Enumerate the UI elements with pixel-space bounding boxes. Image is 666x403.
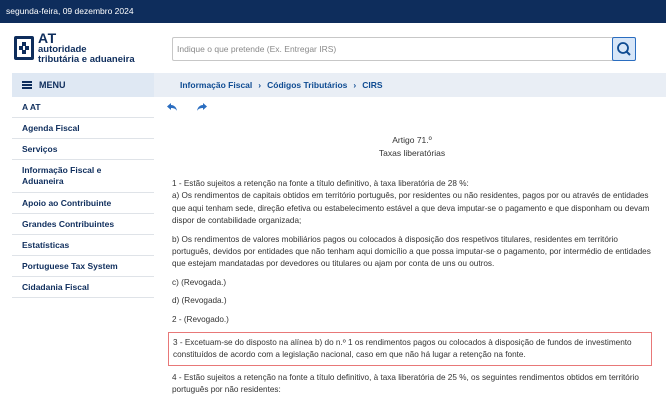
menu-toggle[interactable]: MENU [12,73,154,97]
breadcrumb-codigos-tributarios[interactable]: Códigos Tributários [267,80,347,90]
history-navigation [166,101,216,113]
sidebar-item-a-at[interactable]: A AT [12,97,154,118]
breadcrumb-cirs[interactable]: CIRS [362,80,382,90]
article-paragraph: 1 - Estão sujeitos a retenção na fonte a… [172,179,469,188]
breadcrumb-separator: › [258,80,262,90]
highlighted-paragraph: 3 - Excetuam-se do disposto na alínea b)… [168,332,652,366]
article-subtitle: Taxas liberatórias [378,148,446,158]
back-arrow-icon[interactable] [166,101,178,113]
article-paragraph: a) Os rendimentos de capitais obtidos em… [172,191,650,226]
article-paragraph: 2 - (Revogado.) [172,314,229,324]
sidebar-item-apoio-contribuinte[interactable]: Apoio ao Contribuinte [12,193,154,214]
breadcrumb-separator: › [353,80,357,90]
top-date-bar: segunda-feira, 09 dezembro 2024 [0,0,666,23]
sidebar-item-estatisticas[interactable]: Estatísticas [12,235,154,256]
logo-wordmark: AT autoridade tributária e aduaneira [38,31,135,65]
menu-label: MENU [39,80,66,90]
current-date: segunda-feira, 09 dezembro 2024 [6,6,134,16]
sidebar-item-portuguese-tax-system[interactable]: Portuguese Tax System [12,256,154,277]
article-paragraph: 4 - Estão sujeitos a retenção na fonte a… [172,372,639,395]
article-paragraph: b) Os rendimentos de valores mobiliários… [172,234,651,269]
forward-arrow-icon[interactable] [196,101,208,113]
search-button[interactable] [612,37,636,61]
logo-line-2: tributária e aduaneira [38,54,135,65]
sidebar-item-cidadania-fiscal[interactable]: Cidadania Fiscal [12,277,154,298]
search-box [172,37,636,61]
at-logo[interactable]: AT autoridade tributária e aduaneira [12,31,172,68]
sidebar-item-agenda-fiscal[interactable]: Agenda Fiscal [12,118,154,139]
portugal-shield-icon [14,36,34,60]
search-icon [617,42,631,56]
article-content: Artigo 71.º Taxas liberatórias 1 - Estão… [168,134,652,403]
sidebar-item-informacao-fiscal[interactable]: Informação Fiscal e Aduaneira [12,160,154,193]
sidebar-item-grandes-contribuintes[interactable]: Grandes Contribuintes [12,214,154,235]
search-input[interactable] [173,38,613,60]
article-title: Artigo 71.º [392,135,432,145]
sidebar-item-servicos[interactable]: Serviços [12,139,154,160]
article-paragraph: d) (Revogada.) [172,296,227,306]
hamburger-icon [22,81,32,89]
breadcrumb-informacao-fiscal[interactable]: Informação Fiscal [180,80,252,90]
article-paragraph: c) (Revogada.) [172,277,227,287]
sidebar-menu: MENU A AT Agenda Fiscal Serviços Informa… [12,73,154,298]
breadcrumb: Informação Fiscal › Códigos Tributários … [154,73,666,97]
site-header: AT autoridade tributária e aduaneira [0,23,666,75]
